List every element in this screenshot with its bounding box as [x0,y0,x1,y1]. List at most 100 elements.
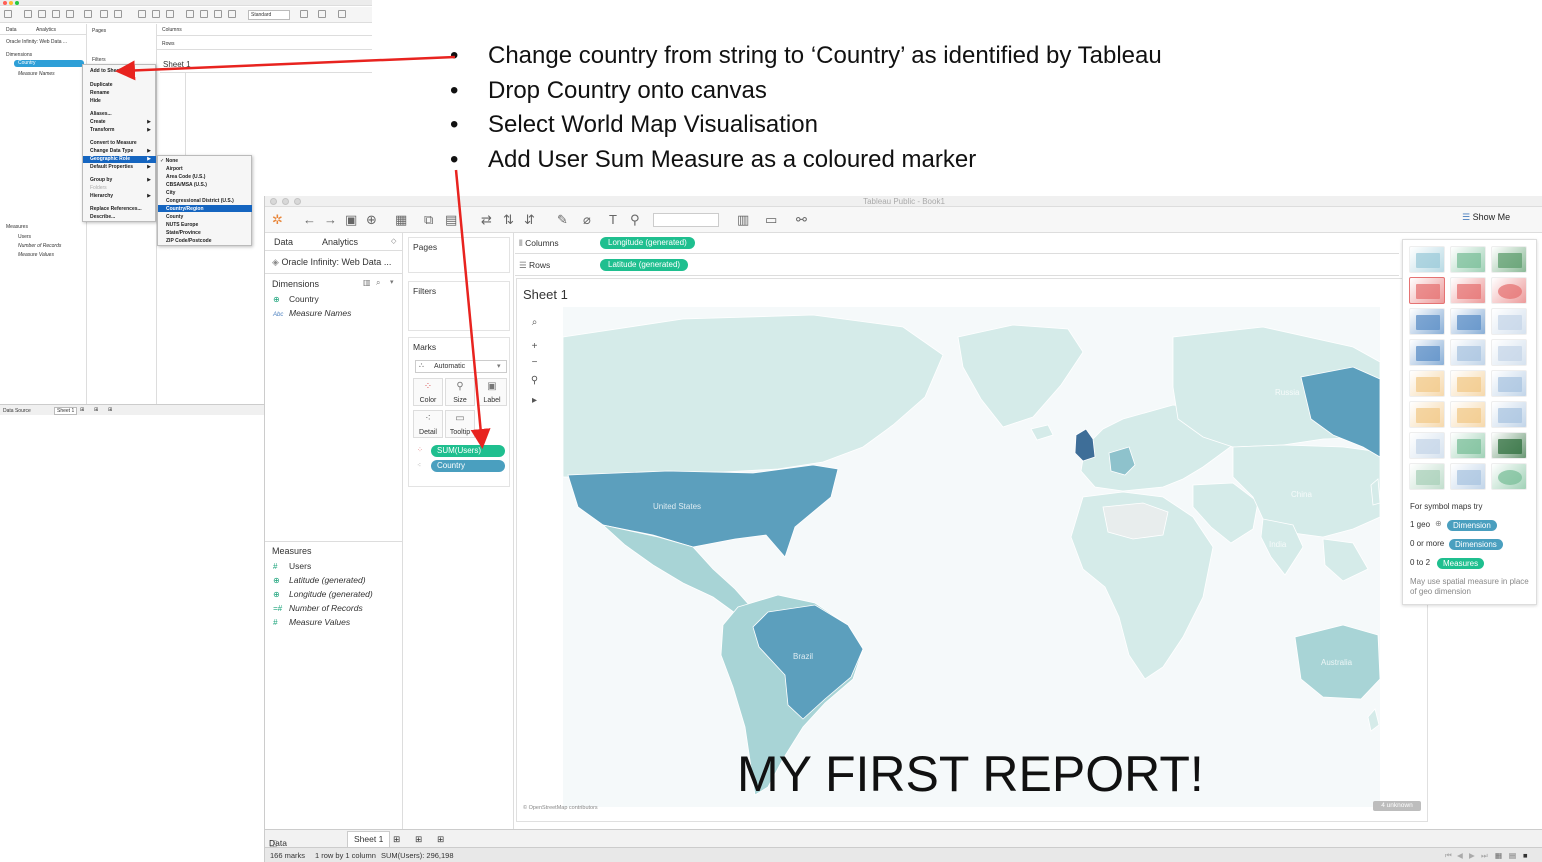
chart-type-thumbnail[interactable] [1409,308,1445,335]
share-icon[interactable]: ⚯ [796,213,807,227]
nav-prev-icon[interactable]: ◀ [1457,851,1463,860]
measure-longitude[interactable]: ⊕ Longitude (generated) [273,589,373,599]
menu-create[interactable]: Create [90,119,106,125]
geo-zip[interactable]: ZIP Code/Postcode [166,238,211,244]
chart-type-thumbnail[interactable] [1491,370,1527,397]
chart-type-thumbnail[interactable] [1450,339,1486,366]
chart-type-thumbnail[interactable] [1409,432,1445,459]
swap-rows-columns-icon[interactable]: ⇄ [481,213,492,227]
chart-type-thumbnail[interactable] [1450,370,1486,397]
pages-shelf[interactable]: Pages [408,237,510,273]
sum-users-pill[interactable]: SUM(Users) [431,445,505,457]
clear-sheet-icon[interactable]: ▤ [445,213,457,227]
chart-type-thumbnail[interactable] [1409,370,1445,397]
chart-type-thumbnail[interactable] [1491,246,1527,273]
chart-type-thumbnail[interactable] [1450,246,1486,273]
zoom-dot-icon[interactable] [15,1,19,5]
menu-rename[interactable]: Rename [90,90,109,96]
small-datasource[interactable]: Oracle Infinity: Web Data ... [6,39,67,45]
dimension-measure-names[interactable]: Abc Measure Names [273,308,351,318]
map-search-icon[interactable]: ⌕ [526,315,543,331]
map-tools-icon[interactable]: ▸ [526,393,543,409]
menu-duplicate[interactable]: Duplicate [90,82,113,88]
show-cards-icon[interactable] [300,10,308,18]
geo-airport[interactable]: Airport [166,166,183,172]
menu-convert-measure[interactable]: Convert to Measure [90,140,137,146]
presentation-icon[interactable] [318,10,326,18]
sort-ascending-icon[interactable]: ⇅ [503,213,514,227]
label-icon[interactable] [214,10,222,18]
chart-type-thumbnail[interactable] [1491,432,1527,459]
chart-type-thumbnail[interactable] [1409,339,1445,366]
measure-users[interactable]: # Users [273,561,311,571]
geo-country-region[interactable]: Country/Region [166,206,204,212]
chart-type-thumbnail[interactable] [1491,401,1527,428]
small-country-field[interactable]: Country [14,60,84,67]
chart-type-thumbnail[interactable] [1491,463,1527,490]
show-labels-icon[interactable]: T [609,213,617,227]
chart-type-thumbnail[interactable] [1409,246,1445,273]
geo-cbsa[interactable]: CBSA/MSA (U.S.) [166,182,207,188]
chart-type-thumbnail[interactable] [1409,401,1445,428]
geo-congressional[interactable]: Congressional District (U.S.) [166,198,234,204]
tooltip-button[interactable]: ▭ Tooltip [445,410,475,438]
search-icon[interactable]: ⌕ [376,278,380,288]
chart-type-thumbnail[interactable] [1450,277,1486,304]
menu-describe[interactable]: Describe... [90,214,115,220]
color-button[interactable]: ⁘ Color [413,378,443,406]
detail-button[interactable]: ⁖ Detail [413,410,443,438]
clear-icon[interactable] [114,10,122,18]
nav-first-icon[interactable]: ⏮ [1445,851,1452,861]
geo-none[interactable]: ✓ None [160,158,178,164]
small-datasource-tab[interactable]: Data Source [3,408,31,414]
small-data-tab[interactable]: Data [6,27,17,33]
duplicate-sheet-icon[interactable]: ⧉ [424,213,433,227]
fit-dropdown[interactable] [653,213,719,227]
chart-type-thumbnail[interactable] [1450,463,1486,490]
menu-hide[interactable]: Hide [90,98,101,104]
longitude-pill[interactable]: Longitude (generated) [600,237,695,249]
new-datasource-icon[interactable] [66,10,74,18]
chart-type-thumbnail[interactable] [1450,401,1486,428]
duplicate-icon[interactable] [100,10,108,18]
label-button[interactable]: ▣ Label [477,378,507,406]
new-worksheet-icon[interactable]: ▦ [395,213,407,227]
menu-group-by[interactable]: Group by [90,177,112,183]
undo-icon[interactable]: ← [303,213,316,227]
columns-shelf[interactable]: ⦀ Columns Longitude (generated) [515,233,1399,254]
dropdown-arrow-icon[interactable]: ▾ [390,278,394,286]
dropdown-arrow-icon[interactable]: ▾ [497,362,501,370]
chart-type-thumbnail[interactable] [1450,308,1486,335]
swap-icon[interactable] [138,10,146,18]
nav-last-icon[interactable]: ⏭ [1481,851,1488,861]
sheet-sorter-icon[interactable]: ■ [1523,851,1528,860]
menu-replace-references[interactable]: Replace References... [90,206,142,212]
chart-type-thumbnail[interactable] [1409,277,1445,304]
tab-menu-icon[interactable]: ◇ [391,237,396,245]
unknown-badge[interactable]: 4 unknown [1373,801,1421,811]
new-sheet-icon[interactable]: ⊞ [80,407,84,413]
close-dot-icon[interactable] [3,1,7,5]
minimize-dot-icon[interactable] [9,1,13,5]
fit-dropdown[interactable]: Standard [248,10,290,20]
latitude-pill[interactable]: Latitude (generated) [600,259,689,271]
save-icon[interactable]: ▣ [345,213,357,227]
small-measure-names[interactable]: Measure Names [18,71,55,77]
datasource-item[interactable]: ◈ Oracle Infinity: Web Data ... [272,257,391,268]
geo-county[interactable]: County [166,214,183,220]
zoom-in-icon[interactable]: + [526,339,543,355]
sort-descending-icon[interactable]: ⇵ [524,213,535,227]
view-grid-icon[interactable]: ▥ [363,278,371,287]
measure-latitude[interactable]: ⊕ Latitude (generated) [273,575,366,585]
zoom-out-icon[interactable]: − [526,355,543,371]
new-story-icon[interactable]: ⊞ [108,407,112,413]
filters-shelf[interactable]: Filters [408,281,510,331]
show-tabs-icon[interactable]: ▦ [1495,851,1502,860]
presentation-mode-icon[interactable]: ▭ [765,213,777,227]
size-button[interactable]: ⚲ Size [445,378,475,406]
sheet-tab[interactable]: Sheet 1 [347,831,391,847]
menu-transform[interactable]: Transform [90,127,114,133]
measure-values[interactable]: # Measure Values [273,617,350,627]
forward-icon[interactable] [38,10,46,18]
rows-shelf[interactable]: ☰ Rows Latitude (generated) [515,255,1399,276]
